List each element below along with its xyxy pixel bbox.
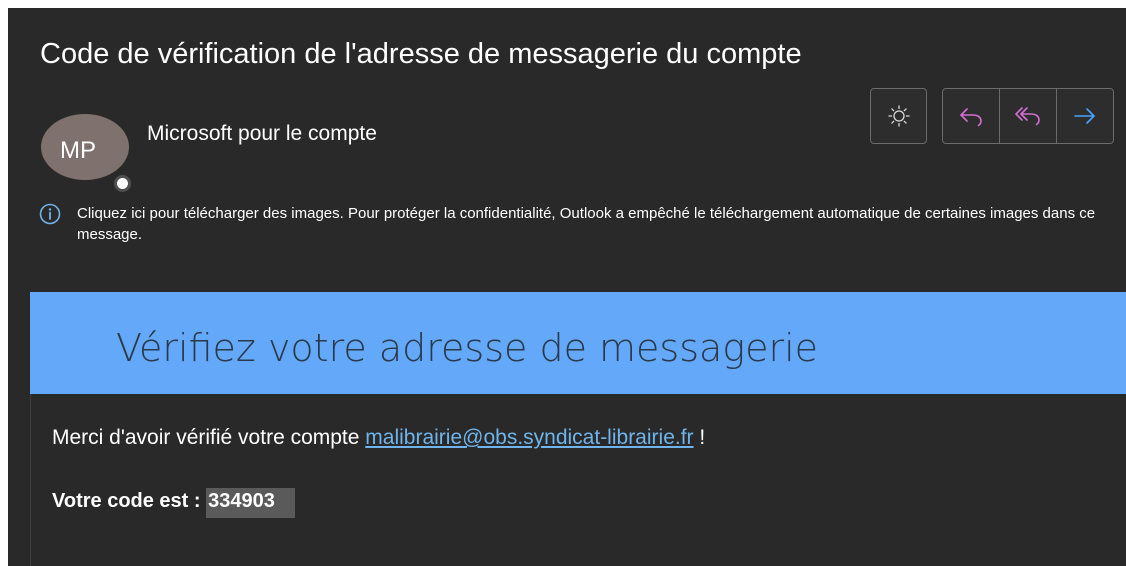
thanks-suffix: ! xyxy=(693,426,706,449)
reading-pane: Code de vérification de l'adresse de mes… xyxy=(8,8,1126,566)
reply-all-arrow-icon xyxy=(1015,107,1040,126)
forward-arrow-icon xyxy=(1074,108,1095,124)
reply-button[interactable] xyxy=(943,89,1000,143)
body-left-border xyxy=(30,394,31,566)
sun-icon xyxy=(887,105,910,127)
code-label: Votre code est : xyxy=(52,490,207,512)
presence-status-icon xyxy=(114,175,131,192)
banner-title: Vérifiez votre adresse de messagerie xyxy=(116,326,819,370)
email-banner: Vérifiez votre adresse de messagerie xyxy=(30,292,1126,394)
reply-actions-group xyxy=(942,88,1114,144)
reply-arrow-icon xyxy=(960,108,982,127)
verification-code[interactable]: 334903 xyxy=(206,488,295,518)
info-icon xyxy=(39,203,61,225)
sender-name[interactable]: Microsoft pour le compte xyxy=(147,122,377,146)
sender-avatar[interactable]: MP xyxy=(41,114,131,192)
infobar-text: Cliquez ici pour télécharger des images.… xyxy=(77,205,1096,243)
message-subject: Code de vérification de l'adresse de mes… xyxy=(40,38,802,70)
thanks-prefix: Merci d'avoir vérifié votre compte xyxy=(52,426,366,449)
verification-code-line: Votre code est : 334903 xyxy=(52,488,295,518)
thanks-paragraph: Merci d'avoir vérifié votre compte malib… xyxy=(52,426,705,450)
reply-all-button[interactable] xyxy=(1000,89,1057,143)
toggle-theme-button[interactable] xyxy=(870,88,927,144)
forward-button[interactable] xyxy=(1057,89,1113,143)
email-link[interactable]: malibrairie@obs.syndicat-librairie.fr xyxy=(365,426,693,449)
avatar-initials: MP xyxy=(41,114,129,180)
